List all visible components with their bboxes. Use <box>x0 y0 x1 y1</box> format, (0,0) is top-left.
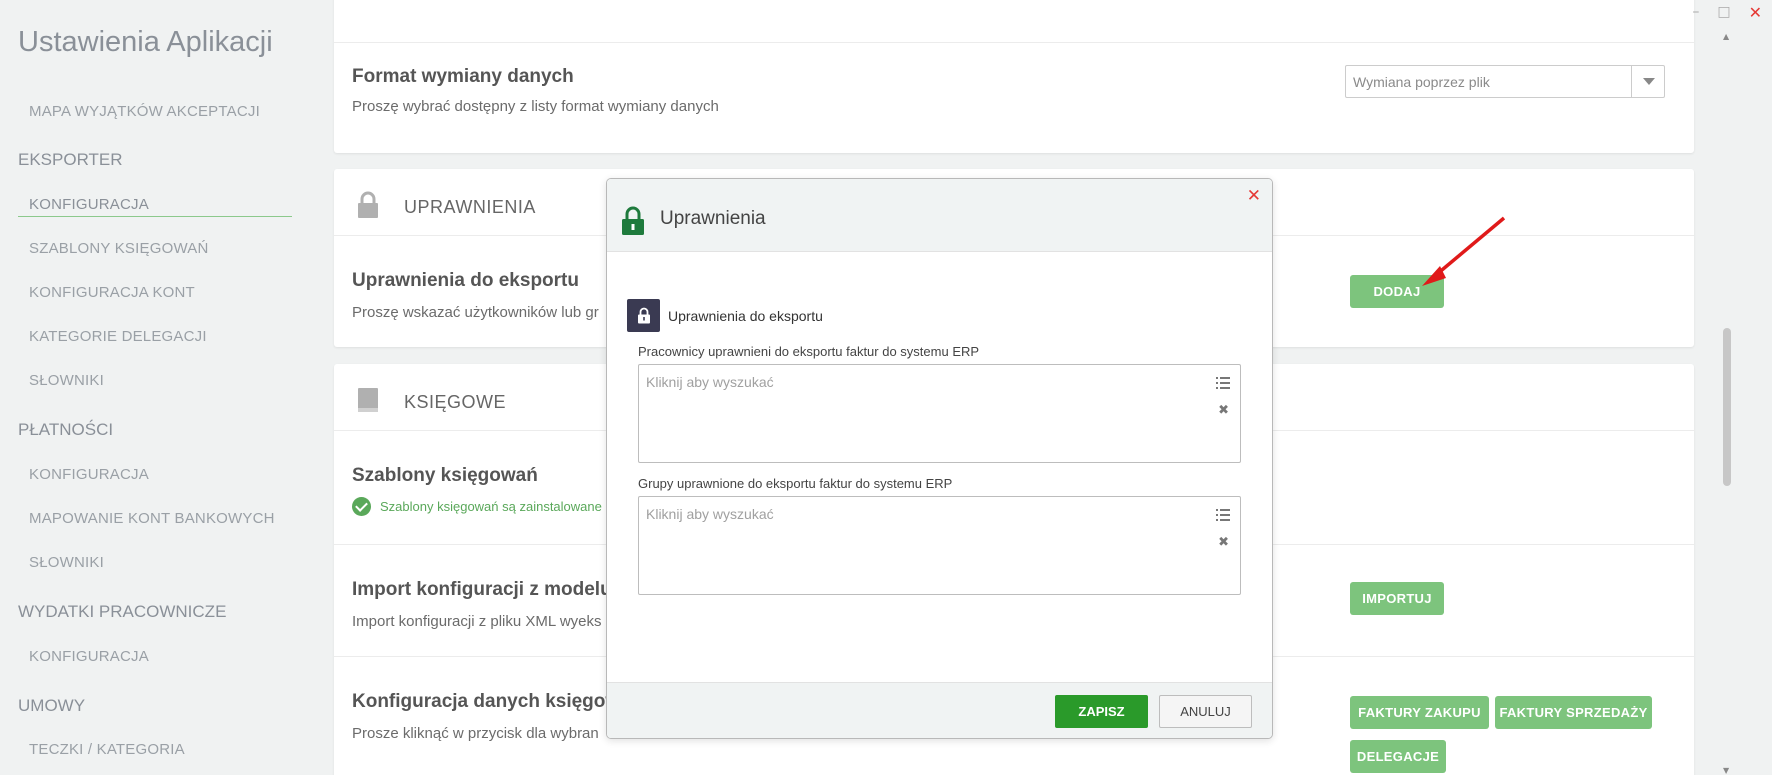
accounting-header: KSIĘGOWE <box>404 392 507 412</box>
groups-placeholder: Kliknij aby wyszukać <box>646 506 774 522</box>
lock-icon <box>356 191 380 224</box>
sidebar-item-0[interactable]: MAPA WYJĄTKÓW AKCEPTACJI <box>29 103 260 120</box>
close-icon[interactable]: ✕ <box>1749 3 1762 22</box>
app-title: Ustawienia Aplikacji <box>18 26 273 58</box>
groups-label: Grupy uprawnione do eksportu faktur do s… <box>638 476 953 491</box>
close-icon[interactable]: ✕ <box>1247 186 1261 206</box>
scroll-down-icon[interactable]: ▼ <box>1723 766 1729 775</box>
modal-footer: ZAPISZ ANULUJ <box>607 682 1272 738</box>
scroll-thumb[interactable] <box>1723 328 1731 486</box>
permissions-desc: Proszę wskazać użytkowników lub gr <box>352 304 599 321</box>
minimize-icon[interactable]: – <box>1692 4 1699 20</box>
employees-placeholder: Kliknij aby wyszukać <box>646 374 774 390</box>
book-icon <box>356 386 380 419</box>
templates-title: Szablony księgowań <box>352 465 538 486</box>
sidebar-item-8[interactable]: KONFIGURACJA <box>29 466 149 483</box>
sidebar-item-3[interactable]: SZABLONY KSIĘGOWAŃ <box>29 240 208 257</box>
format-select[interactable]: Wymiana poprzez plik <box>1345 65 1665 98</box>
templates-status-text: Szablony księgowań są zainstalowane <box>380 499 602 514</box>
config-desc: Prosze kliknąć w przycisk dla wybran <box>352 725 599 742</box>
list-icon[interactable] <box>1216 508 1230 526</box>
format-title: Format wymiany danych <box>352 66 574 87</box>
sidebar-item-14[interactable]: TECZKI / KATEGORIA <box>29 741 185 758</box>
sidebar-section-7[interactable]: PŁATNOŚCI <box>18 420 113 440</box>
templates-status: Szablony księgowań są zainstalowane <box>352 497 602 516</box>
active-indicator <box>18 216 292 217</box>
sidebar-section-1[interactable]: EKSPORTER <box>18 150 123 170</box>
scroll-up-icon[interactable]: ▲ <box>1723 32 1729 41</box>
purchase-invoices-button[interactable]: FAKTURY ZAKUPU <box>1350 696 1489 729</box>
import-button[interactable]: IMPORTUJ <box>1350 582 1444 615</box>
employees-label: Pracownicy uprawnieni do eksportu faktur… <box>638 344 980 359</box>
section-header: Uprawnienia do eksportu <box>627 299 823 332</box>
sidebar-section-13[interactable]: UMOWY <box>18 696 85 716</box>
check-circle-icon <box>352 497 371 516</box>
save-button[interactable]: ZAPISZ <box>1055 695 1148 728</box>
import-desc: Import konfiguracji z pliku XML wyeks <box>352 613 602 630</box>
format-card: Format wymiany danych Proszę wybrać dost… <box>334 0 1694 153</box>
format-select-value: Wymiana poprzez plik <box>1353 74 1490 90</box>
permissions-modal: Uprawnienia ✕ Uprawnienia do eksportu Pr… <box>606 178 1273 739</box>
divider <box>334 42 1694 43</box>
format-desc: Proszę wybrać dostępny z listy format wy… <box>352 98 719 115</box>
sidebar: Ustawienia Aplikacji MAPA WYJĄTKÓW AKCEP… <box>0 0 310 775</box>
sidebar-item-10[interactable]: SŁOWNIKI <box>29 554 104 571</box>
maximize-icon[interactable]: □ <box>1717 4 1730 20</box>
clear-icon[interactable]: ✖ <box>1218 403 1229 418</box>
delegations-button[interactable]: DELEGACJE <box>1350 740 1446 773</box>
sidebar-item-9[interactable]: MAPOWANIE KONT BANKOWYCH <box>29 510 275 527</box>
sidebar-item-6[interactable]: SŁOWNIKI <box>29 372 104 389</box>
sidebar-section-11[interactable]: WYDATKI PRACOWNICZE <box>18 602 226 622</box>
import-title: Import konfiguracji z modelu <box>352 579 612 600</box>
clear-icon[interactable]: ✖ <box>1218 535 1229 550</box>
groups-field[interactable]: Kliknij aby wyszukać ✖ <box>638 496 1241 595</box>
chevron-down-icon[interactable] <box>1631 66 1664 97</box>
lock-icon <box>627 299 660 332</box>
permissions-title: Uprawnienia do eksportu <box>352 270 579 291</box>
list-icon[interactable] <box>1216 376 1230 394</box>
permissions-header: UPRAWNIENIA <box>404 197 536 217</box>
config-title: Konfiguracja danych księgow <box>352 691 621 712</box>
sales-invoices-button[interactable]: FAKTURY SPRZEDAŻY <box>1495 696 1652 729</box>
sidebar-item-5[interactable]: KATEGORIE DELEGACJI <box>29 328 207 345</box>
sidebar-item-12[interactable]: KONFIGURACJA <box>29 648 149 665</box>
modal-title: Uprawnienia <box>660 208 766 229</box>
sidebar-item-2[interactable]: KONFIGURACJA <box>29 196 149 213</box>
employees-field[interactable]: Kliknij aby wyszukać ✖ <box>638 364 1241 463</box>
annotation-arrow <box>1422 216 1506 286</box>
window-controls: – □ ✕ <box>1692 0 1772 24</box>
sidebar-item-4[interactable]: KONFIGURACJA KONT <box>29 284 195 301</box>
cancel-button[interactable]: ANULUJ <box>1159 695 1252 728</box>
modal-header: Uprawnienia ✕ <box>607 179 1272 252</box>
section-title: Uprawnienia do eksportu <box>668 307 823 324</box>
scrollbar[interactable]: ▲ ▼ <box>1722 26 1732 775</box>
lock-icon <box>621 206 645 241</box>
